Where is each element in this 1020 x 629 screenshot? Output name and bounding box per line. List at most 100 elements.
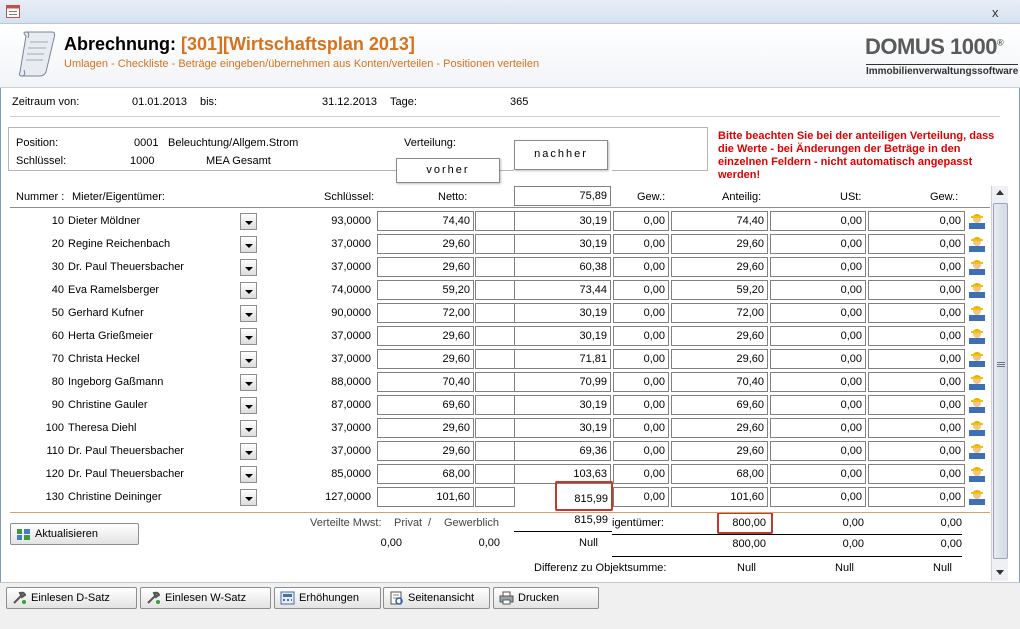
after-field[interactable]: 69,36 — [514, 441, 611, 461]
vertical-scrollbar[interactable] — [991, 186, 1008, 581]
net-field-2[interactable] — [475, 211, 515, 231]
weight1-field[interactable]: 0,00 — [613, 441, 669, 461]
after-field[interactable]: 70,99 — [514, 372, 611, 392]
share-field[interactable]: 101,60 — [671, 487, 768, 507]
weight1-field[interactable]: 0,00 — [613, 326, 669, 346]
weight1-field[interactable]: 0,00 — [613, 464, 669, 484]
weight1-field[interactable]: 0,00 — [613, 418, 669, 438]
after-field[interactable]: 30,19 — [514, 326, 611, 346]
tenant-dropdown[interactable] — [240, 236, 257, 253]
after-field[interactable]: 73,44 — [514, 280, 611, 300]
tenant-dropdown[interactable] — [240, 489, 257, 506]
weight1-field[interactable]: 0,00 — [613, 395, 669, 415]
weight2-field[interactable]: 0,00 — [868, 395, 965, 415]
vat-field[interactable]: 0,00 — [770, 395, 866, 415]
net-field[interactable]: 29,60 — [377, 349, 474, 369]
person-icon[interactable] — [968, 212, 986, 230]
share-field[interactable]: 29,60 — [671, 326, 768, 346]
net-field[interactable]: 59,20 — [377, 280, 474, 300]
weight2-field[interactable]: 0,00 — [868, 418, 965, 438]
share-field[interactable]: 69,60 — [671, 395, 768, 415]
net-field-2[interactable] — [475, 487, 515, 507]
weight2-field[interactable]: 0,00 — [868, 349, 965, 369]
net-field[interactable]: 72,00 — [377, 303, 474, 323]
after-field[interactable]: 30,19 — [514, 211, 611, 231]
weight2-field[interactable]: 0,00 — [868, 326, 965, 346]
vat-field[interactable]: 0,00 — [770, 441, 866, 461]
net-field[interactable]: 29,60 — [377, 418, 474, 438]
person-icon[interactable] — [968, 304, 986, 322]
after-field[interactable]: 60,38 — [514, 257, 611, 277]
person-icon[interactable] — [968, 327, 986, 345]
tenant-dropdown[interactable] — [240, 259, 257, 276]
net-field-2[interactable] — [475, 326, 515, 346]
share-field[interactable]: 29,60 — [671, 441, 768, 461]
share-field[interactable]: 70,40 — [671, 372, 768, 392]
net-field-2[interactable] — [475, 418, 515, 438]
net-field[interactable]: 68,00 — [377, 464, 474, 484]
share-field[interactable]: 68,00 — [671, 464, 768, 484]
net-field[interactable]: 29,60 — [377, 234, 474, 254]
weight1-field[interactable]: 0,00 — [613, 257, 669, 277]
page-view-button[interactable]: Seitenansicht — [383, 587, 490, 609]
vat-field[interactable]: 0,00 — [770, 372, 866, 392]
net-field-2[interactable] — [475, 441, 515, 461]
close-button[interactable]: x — [992, 5, 999, 20]
refresh-button[interactable]: Aktualisieren — [10, 523, 139, 545]
after-field[interactable]: 30,19 — [514, 234, 611, 254]
tenant-dropdown[interactable] — [240, 351, 257, 368]
weight2-field[interactable]: 0,00 — [868, 372, 965, 392]
share-field[interactable]: 29,60 — [671, 257, 768, 277]
net-field-2[interactable] — [475, 234, 515, 254]
person-icon[interactable] — [968, 396, 986, 414]
net-field-2[interactable] — [475, 464, 515, 484]
person-icon[interactable] — [968, 373, 986, 391]
net-field[interactable]: 70,40 — [377, 372, 474, 392]
weight1-field[interactable]: 0,00 — [613, 487, 669, 507]
share-field[interactable]: 59,20 — [671, 280, 768, 300]
share-field[interactable]: 72,00 — [671, 303, 768, 323]
weight1-field[interactable]: 0,00 — [613, 349, 669, 369]
net-field[interactable]: 29,60 — [377, 441, 474, 461]
weight2-field[interactable]: 0,00 — [868, 464, 965, 484]
weight2-field[interactable]: 0,00 — [868, 441, 965, 461]
tenant-dropdown[interactable] — [240, 443, 257, 460]
person-icon[interactable] — [968, 465, 986, 483]
weight1-field[interactable]: 0,00 — [613, 372, 669, 392]
vat-field[interactable]: 0,00 — [770, 280, 866, 300]
share-field[interactable]: 29,60 — [671, 234, 768, 254]
tenant-dropdown[interactable] — [240, 420, 257, 437]
after-field[interactable]: 71,81 — [514, 349, 611, 369]
person-icon[interactable] — [968, 281, 986, 299]
person-icon[interactable] — [968, 350, 986, 368]
increase-button[interactable]: Erhöhungen — [274, 587, 381, 609]
vat-field[interactable]: 0,00 — [770, 303, 866, 323]
net-field[interactable]: 101,60 — [377, 487, 474, 507]
person-icon[interactable] — [968, 258, 986, 276]
tenant-dropdown[interactable] — [240, 328, 257, 345]
person-icon[interactable] — [968, 488, 986, 506]
weight1-field[interactable]: 0,00 — [613, 303, 669, 323]
net-field[interactable]: 29,60 — [377, 257, 474, 277]
net-field-2[interactable] — [475, 372, 515, 392]
tenant-dropdown[interactable] — [240, 397, 257, 414]
tenant-dropdown[interactable] — [240, 282, 257, 299]
weight2-field[interactable]: 0,00 — [868, 257, 965, 277]
vat-field[interactable]: 0,00 — [770, 349, 866, 369]
vat-field[interactable]: 0,00 — [770, 326, 866, 346]
after-field[interactable]: 30,19 — [514, 395, 611, 415]
tenant-dropdown[interactable] — [240, 213, 257, 230]
person-icon[interactable] — [968, 442, 986, 460]
net-field-2[interactable] — [475, 303, 515, 323]
weight2-field[interactable]: 0,00 — [868, 487, 965, 507]
share-field[interactable]: 29,60 — [671, 418, 768, 438]
after-total-field[interactable]: 75,89 — [514, 186, 611, 206]
vat-field[interactable]: 0,00 — [770, 234, 866, 254]
read-d-button[interactable]: Einlesen D-Satz — [6, 587, 137, 609]
tenant-dropdown[interactable] — [240, 466, 257, 483]
weight1-field[interactable]: 0,00 — [613, 211, 669, 231]
tenant-dropdown[interactable] — [240, 305, 257, 322]
print-button[interactable]: Drucken — [493, 587, 599, 609]
vat-field[interactable]: 0,00 — [770, 257, 866, 277]
net-field[interactable]: 69,60 — [377, 395, 474, 415]
